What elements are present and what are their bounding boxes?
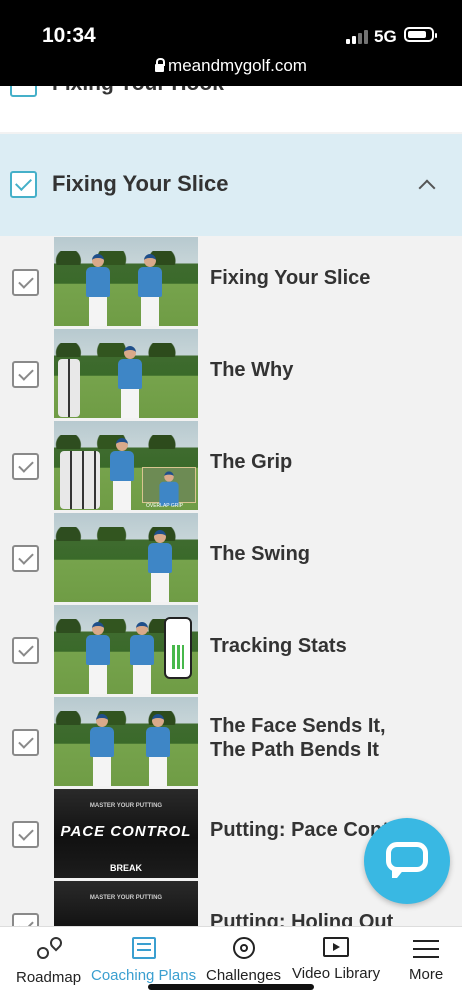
network-type: 5G	[374, 27, 397, 46]
lesson-checkbox[interactable]	[12, 269, 39, 296]
lesson-thumbnail[interactable]: OVERLAP GRIP	[54, 421, 198, 510]
status-bar: 10:34 5G meandmygolf.com	[0, 0, 462, 86]
lock-icon	[155, 58, 166, 72]
home-indicator	[148, 984, 314, 990]
lesson-checkbox[interactable]	[12, 637, 39, 664]
lesson-title: Tracking Stats	[210, 635, 347, 657]
lesson-checkbox[interactable]	[12, 821, 39, 848]
thumbnail-caption: PACE CONTROL	[60, 823, 192, 840]
section-header-previous[interactable]: Fixing Your Hook	[0, 86, 462, 132]
lesson-checkbox[interactable]	[12, 361, 39, 388]
lesson-item[interactable]: The Face Sends It, The Path Bends It	[0, 696, 462, 788]
tab-video-library[interactable]: Video Library	[292, 937, 380, 982]
chat-button[interactable]	[364, 818, 450, 904]
tab-label: Roadmap	[16, 969, 82, 986]
signal-icon	[346, 30, 368, 44]
lesson-thumbnail[interactable]: MASTER YOUR PUTTING PACE CONTROL BREAK	[54, 789, 198, 878]
lesson-thumbnail[interactable]	[54, 513, 198, 602]
section-title: Fixing Your Hook	[52, 86, 224, 96]
lesson-title: The Face Sends It, The Path Bends It	[210, 714, 386, 762]
lesson-thumbnail[interactable]	[54, 329, 198, 418]
menu-icon	[413, 940, 440, 958]
lesson-checkbox[interactable]	[12, 453, 39, 480]
tab-label: Coaching Plans	[91, 967, 197, 984]
lesson-title: Fixing Your Slice	[210, 267, 371, 289]
lesson-thumbnail[interactable]	[54, 237, 198, 326]
tab-label: More	[409, 966, 444, 983]
lesson-thumbnail[interactable]	[54, 605, 198, 694]
section-title: Fixing Your Slice	[52, 171, 229, 196]
thumbnail-caption: OVERLAP GRIP	[146, 503, 184, 509]
lesson-item[interactable]: OVERLAP GRIP The Grip	[0, 420, 462, 512]
section-checkbox[interactable]	[10, 86, 37, 97]
lesson-title: The Swing	[210, 543, 310, 565]
target-icon	[232, 937, 255, 959]
battery-icon	[404, 27, 437, 42]
clock: 10:34	[42, 24, 96, 47]
lesson-title-line: The Face Sends It,	[210, 715, 386, 737]
address-bar[interactable]: meandmygolf.com	[0, 56, 462, 76]
lesson-checkbox[interactable]	[12, 545, 39, 572]
tab-roadmap[interactable]: Roadmap	[16, 937, 81, 986]
lesson-checkbox[interactable]	[12, 729, 39, 756]
tab-label: Challenges	[206, 967, 282, 984]
lesson-title: The Why	[210, 359, 294, 381]
thumbnail-caption: MASTER YOUR PUTTING	[89, 803, 163, 809]
lesson-item[interactable]: The Swing	[0, 512, 462, 604]
lesson-title: The Grip	[210, 451, 293, 473]
route-icon	[35, 937, 63, 961]
tab-label: Video Library	[292, 965, 381, 982]
lesson-item[interactable]: Tracking Stats	[0, 604, 462, 696]
video-icon	[323, 937, 350, 957]
thumbnail-caption: BREAK	[109, 863, 142, 873]
lesson-item[interactable]: The Why	[0, 328, 462, 420]
url-text: meandmygolf.com	[168, 56, 307, 75]
lesson-title-line: The Path Bends It	[210, 739, 379, 761]
tab-challenges[interactable]: Challenges	[206, 937, 281, 984]
chevron-up-icon[interactable]	[415, 86, 433, 91]
lesson-item[interactable]: Fixing Your Slice	[0, 236, 462, 328]
thumbnail-caption: MASTER YOUR PUTTING	[89, 895, 163, 901]
section-checkbox[interactable]	[10, 171, 37, 198]
tab-coaching-plans[interactable]: Coaching Plans	[91, 937, 196, 984]
tab-more[interactable]: More	[409, 937, 443, 983]
list-icon	[131, 937, 156, 959]
lesson-thumbnail[interactable]	[54, 697, 198, 786]
